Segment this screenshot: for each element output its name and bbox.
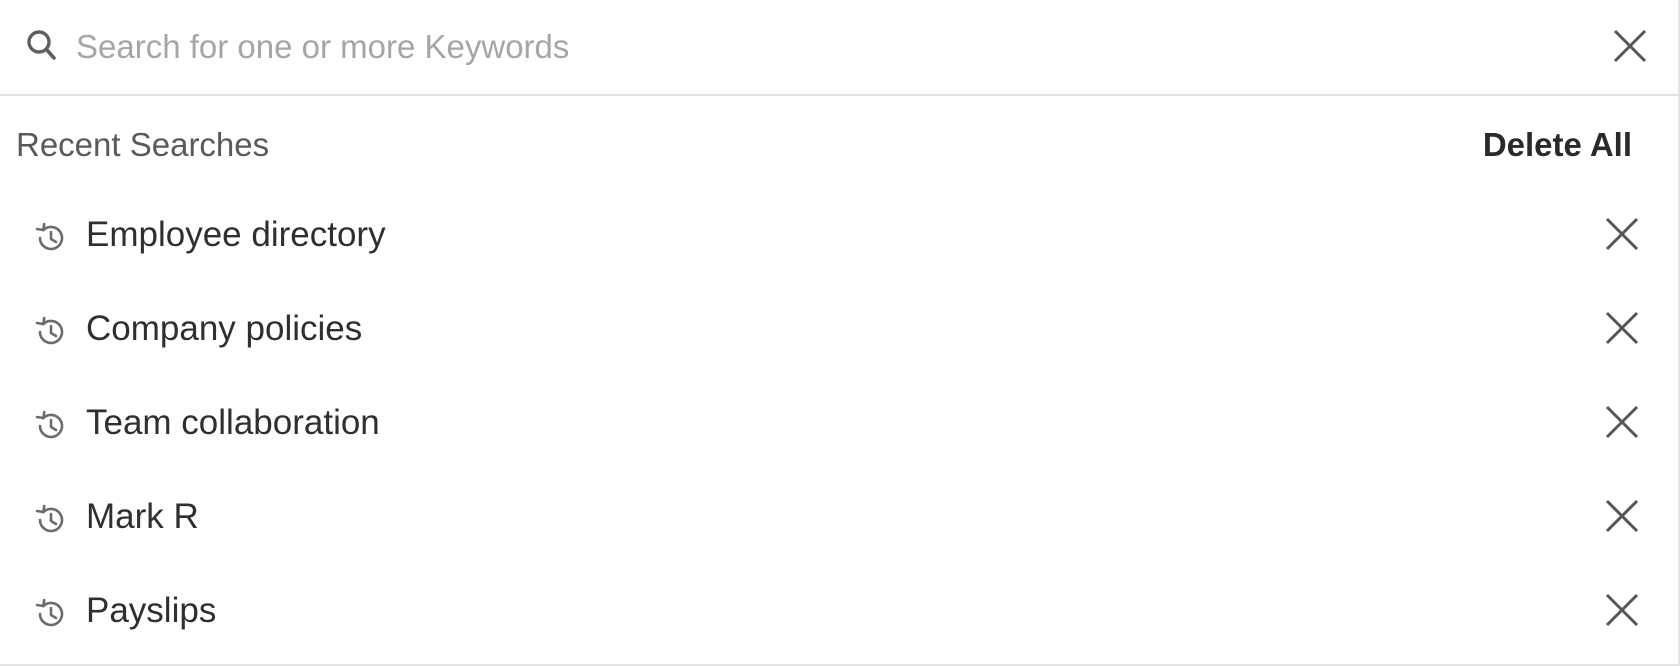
clear-search-button[interactable] xyxy=(1606,24,1654,72)
recent-search-label[interactable]: Mark R xyxy=(86,497,199,537)
remove-search-button[interactable] xyxy=(1600,590,1644,634)
history-icon xyxy=(33,502,69,538)
history-icon xyxy=(33,408,69,444)
recent-search-label[interactable]: Employee directory xyxy=(86,215,386,255)
history-icon xyxy=(33,220,69,256)
search-bar xyxy=(0,0,1680,96)
history-icon xyxy=(33,596,69,632)
delete-all-button[interactable]: Delete All xyxy=(1483,126,1632,164)
list-item[interactable]: Employee directory xyxy=(0,190,1680,284)
list-item[interactable]: Payslips xyxy=(0,566,1680,660)
recent-search-label[interactable]: Company policies xyxy=(86,309,362,349)
search-input[interactable] xyxy=(76,22,1576,72)
recent-searches-title: Recent Searches xyxy=(16,126,270,163)
close-icon xyxy=(1613,29,1647,68)
recent-searches-panel: Recent Searches Delete All Employee dire… xyxy=(0,0,1680,666)
search-icon xyxy=(26,28,58,64)
remove-search-button[interactable] xyxy=(1600,214,1644,258)
recent-search-label[interactable]: Payslips xyxy=(86,591,216,631)
remove-search-button[interactable] xyxy=(1600,308,1644,352)
close-icon xyxy=(1605,311,1639,350)
list-item[interactable]: Team collaboration xyxy=(0,378,1680,472)
list-item[interactable]: Company policies xyxy=(0,284,1680,378)
list-item[interactable]: Mark R xyxy=(0,472,1680,566)
close-icon xyxy=(1605,499,1639,538)
recent-search-label[interactable]: Team collaboration xyxy=(86,403,380,443)
close-icon xyxy=(1605,217,1639,256)
remove-search-button[interactable] xyxy=(1600,496,1644,540)
recent-searches-header: Recent Searches Delete All xyxy=(0,118,1680,172)
history-icon xyxy=(33,314,69,350)
close-icon xyxy=(1605,593,1639,632)
close-icon xyxy=(1605,405,1639,444)
remove-search-button[interactable] xyxy=(1600,402,1644,446)
